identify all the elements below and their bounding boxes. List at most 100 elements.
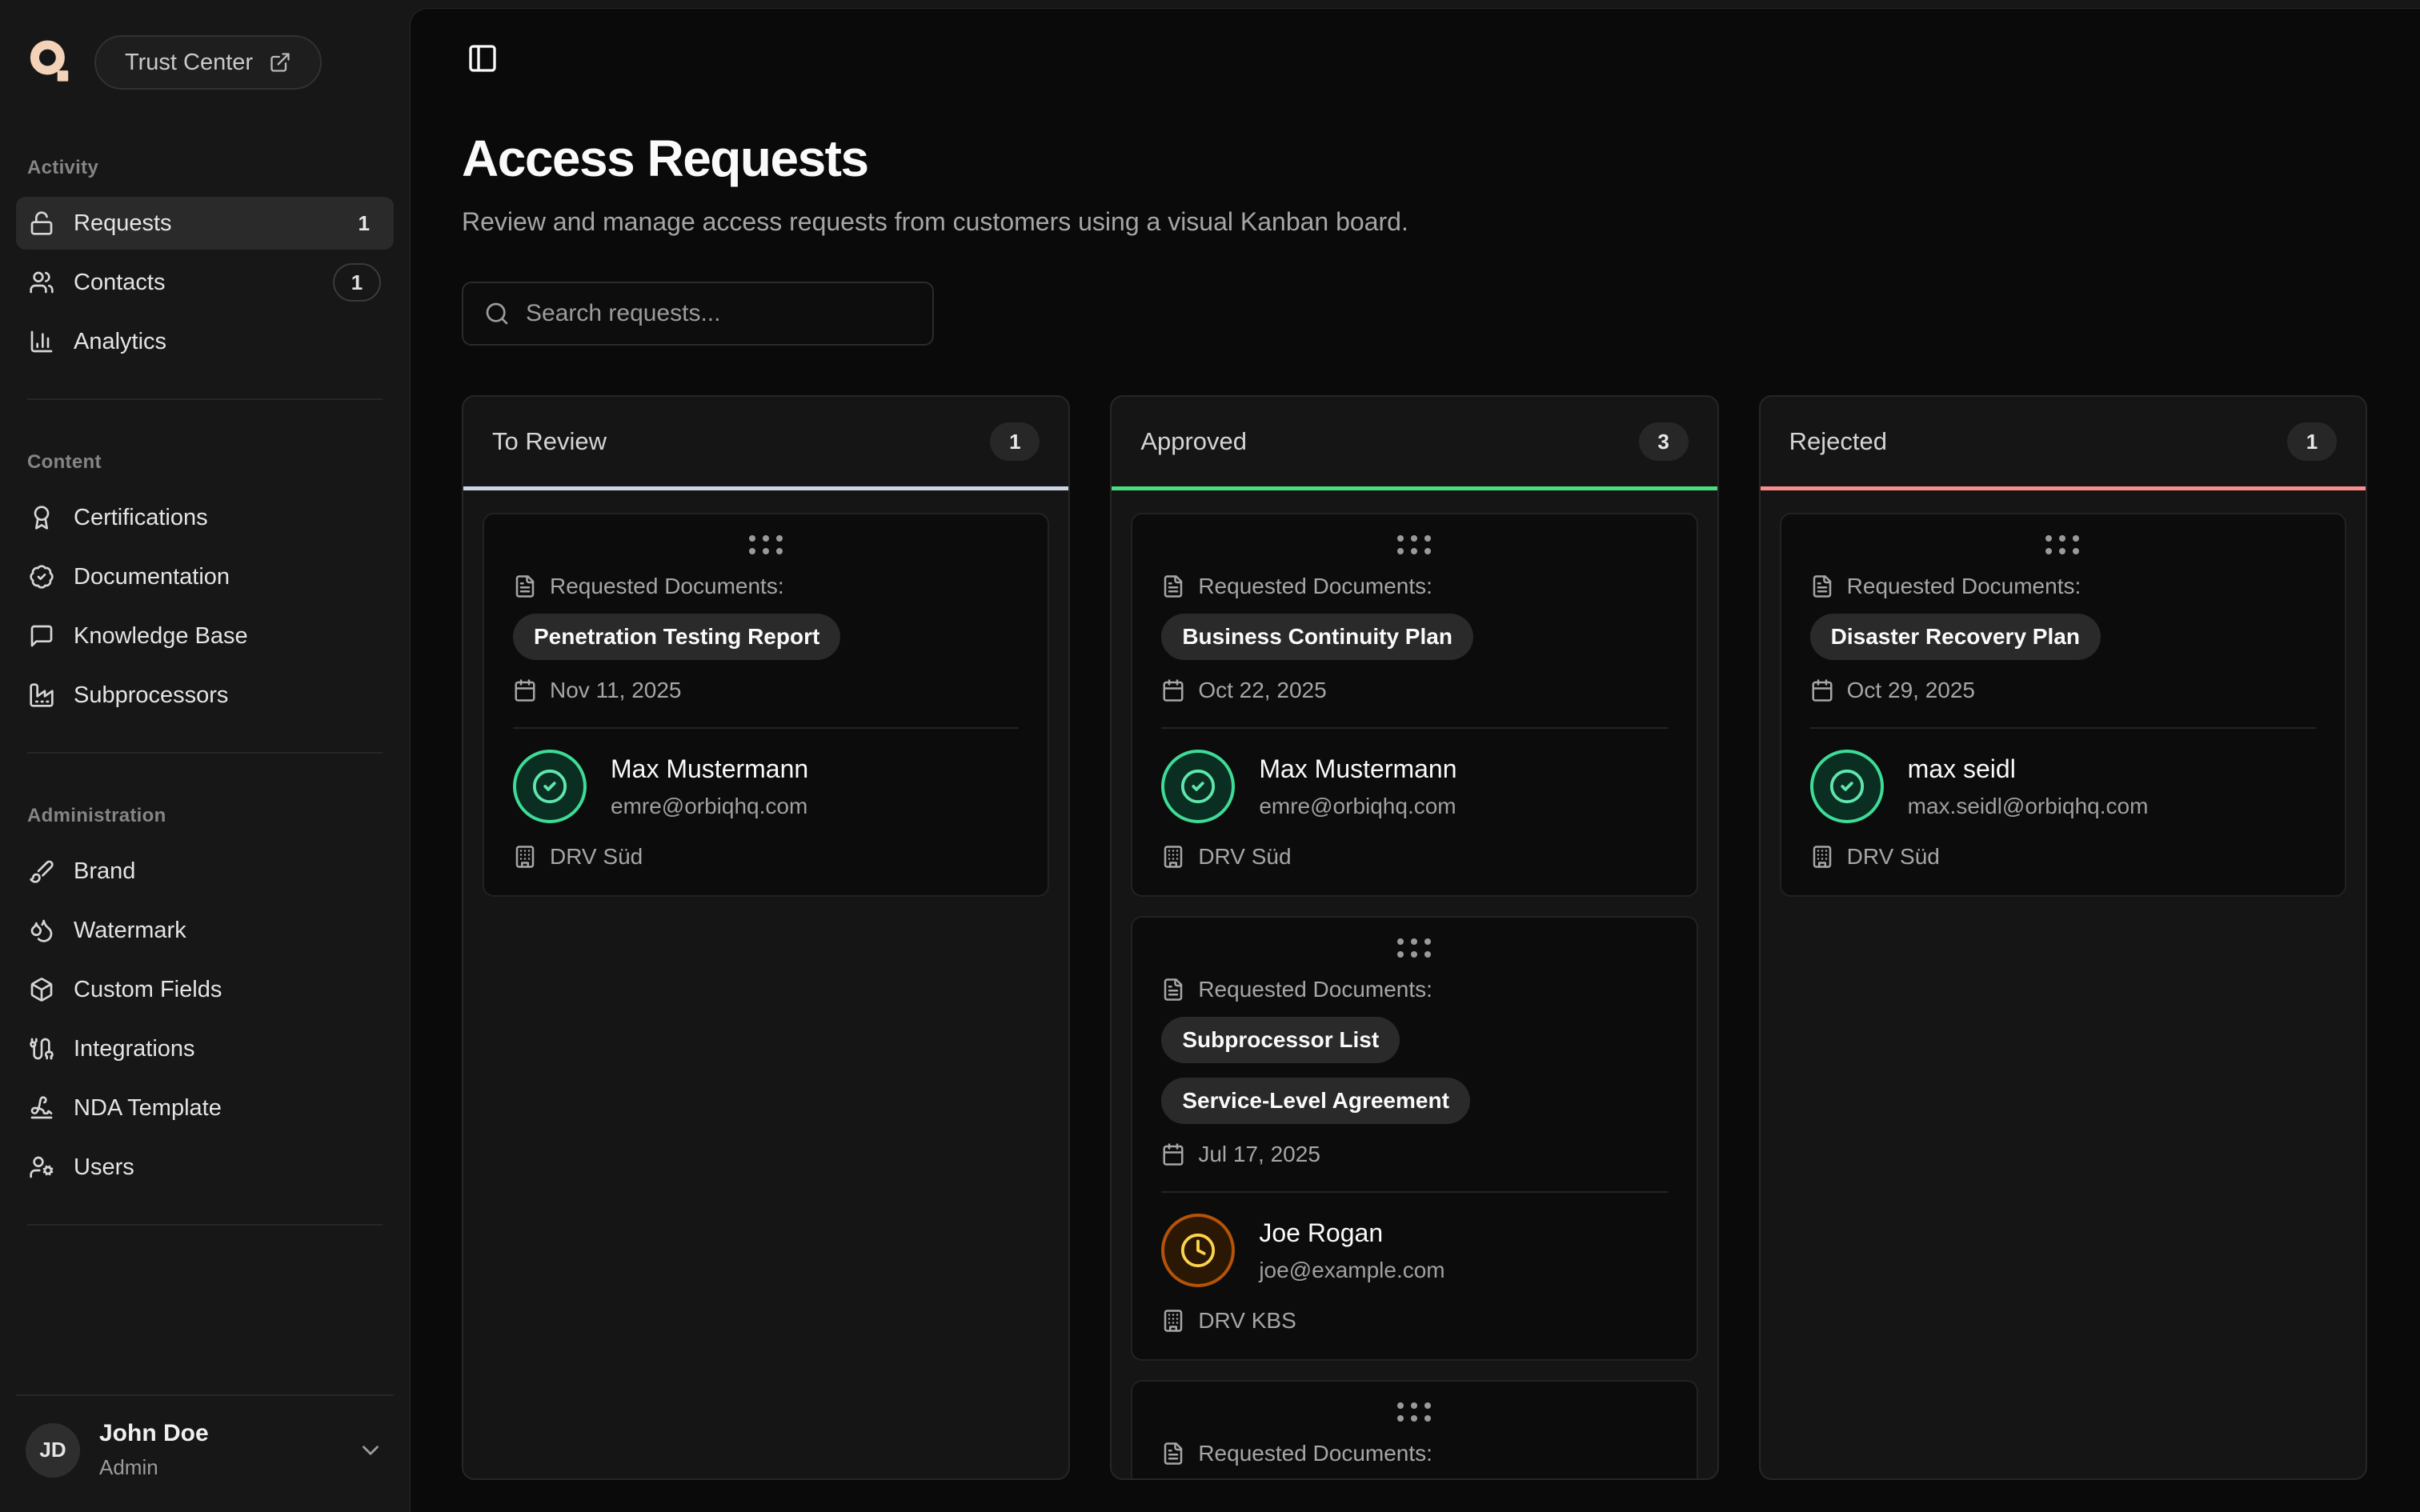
request-card[interactable]: Requested Documents: IT Contingency Plan… [1131,1380,1697,1478]
sidebar: Trust Center Activity Requests 1 Contact… [0,0,410,1512]
sidebar-item-label: Users [74,1154,134,1181]
paintbrush-icon [29,858,54,884]
trust-center-label: Trust Center [125,50,253,76]
contacts-count-badge: 1 [333,263,381,302]
sidebar-item-subprocessors[interactable]: Subprocessors [16,669,394,722]
sidebar-item-contacts[interactable]: Contacts 1 [16,256,394,309]
requested-documents-row: Requested Documents: [1161,977,1667,1002]
requested-documents-row: Requested Documents: [1810,574,2316,599]
sidebar-item-label: Knowledge Base [74,623,248,650]
sidebar-item-label: Analytics [74,329,166,355]
sidebar-item-certifications[interactable]: Certifications [16,491,394,544]
column-body: Requested Documents: Business Continuity… [1112,490,1717,1478]
user-name: John Doe [99,1420,209,1447]
request-date: Jul 17, 2025 [1198,1142,1320,1167]
drag-handle[interactable] [749,535,783,554]
sidebar-toggle-button[interactable] [462,38,503,79]
column-count-badge: 1 [2287,422,2337,461]
card-divider [1810,727,2316,729]
sidebar-item-analytics[interactable]: Analytics [16,315,394,368]
requester-email: emre@orbiqhq.com [611,794,808,819]
company-row: DRV Süd [1161,844,1667,870]
request-card[interactable]: Requested Documents: Business Continuity… [1131,513,1697,897]
requested-documents-label: Requested Documents: [550,574,784,599]
user-menu[interactable]: JD John Doe Admin [16,1394,394,1512]
building-icon [1810,845,1834,869]
requester-name: Max Mustermann [1259,754,1456,784]
date-row: Nov 11, 2025 [513,678,1019,703]
requester-email: max.seidl@orbiqhq.com [1908,794,2149,819]
requester-name: Joe Rogan [1259,1218,1444,1248]
document-chips: Business Continuity Plan [1161,614,1667,660]
file-text-icon [1810,574,1834,598]
section-label-administration: Administration [27,805,383,827]
kanban-board: To Review 1 Requested Documents: Penetra… [462,395,2367,1480]
drag-handle[interactable] [1397,938,1432,958]
chevron-down-icon [357,1437,384,1464]
sidebar-item-documentation[interactable]: Documentation [16,550,394,603]
award-icon [29,505,54,530]
request-date: Oct 29, 2025 [1847,678,1975,703]
bar-chart-icon [29,329,54,354]
sidebar-item-integrations[interactable]: Integrations [16,1022,394,1075]
requester-name: Max Mustermann [611,754,808,784]
date-row: Oct 22, 2025 [1161,678,1667,703]
sidebar-item-watermark[interactable]: Watermark [16,904,394,957]
avatar: JD [26,1423,80,1478]
status-avatar-approved [1161,750,1235,823]
requester-company: DRV Süd [1198,844,1291,870]
circle-check-icon [1180,768,1216,805]
calendar-icon [1161,1142,1185,1166]
request-card[interactable]: Requested Documents: Subprocessor List S… [1131,916,1697,1361]
column-to-review: To Review 1 Requested Documents: Penetra… [462,395,1070,1480]
user-cog-icon [29,1154,54,1180]
document-chips: Penetration Testing Report [513,614,1019,660]
requested-documents-label: Requested Documents: [1198,977,1432,1002]
sidebar-item-requests[interactable]: Requests 1 [16,197,394,250]
requested-documents-label: Requested Documents: [1198,1441,1432,1466]
card-divider [1161,727,1667,729]
cable-icon [29,1036,54,1062]
requested-documents-label: Requested Documents: [1847,574,2081,599]
requested-documents-row: Requested Documents: [513,574,1019,599]
drag-handle[interactable] [2045,535,2080,554]
sidebar-item-users[interactable]: Users [16,1141,394,1194]
calendar-icon [1161,678,1185,702]
drag-handle[interactable] [1397,1402,1432,1422]
page-title: Access Requests [462,129,2367,188]
sidebar-item-label: Requests [74,210,172,237]
search-input[interactable] [526,300,912,327]
panel-left-icon [467,42,499,74]
message-square-icon [29,623,54,649]
sidebar-item-label: Certifications [74,505,208,531]
external-link-icon [269,51,291,74]
request-card[interactable]: Requested Documents: Penetration Testing… [483,513,1049,897]
sidebar-item-custom-fields[interactable]: Custom Fields [16,963,394,1016]
file-text-icon [1161,1442,1185,1466]
column-title: Rejected [1789,427,1887,456]
users-icon [29,270,54,295]
circle-check-icon [531,768,568,805]
request-card[interactable]: Requested Documents: Disaster Recovery P… [1780,513,2346,897]
column-title: To Review [492,427,607,456]
drag-handle[interactable] [1397,535,1432,554]
sidebar-divider [27,398,383,400]
requester: Max Mustermann emre@orbiqhq.com [1161,750,1667,823]
status-avatar-approved [1810,750,1884,823]
sidebar-item-knowledge-base[interactable]: Knowledge Base [16,610,394,662]
sidebar-item-nda-template[interactable]: NDA Template [16,1082,394,1134]
sidebar-item-brand[interactable]: Brand [16,845,394,898]
column-body: Requested Documents: Penetration Testing… [463,490,1068,1478]
sidebar-item-label: Brand [74,858,135,885]
search-box[interactable] [462,282,934,346]
column-count-badge: 3 [1639,422,1689,461]
file-text-icon [513,574,537,598]
circle-check-icon [1829,768,1865,805]
document-chip: Business Continuity Plan [1161,614,1473,660]
page-subtitle: Review and manage access requests from c… [462,207,2367,237]
badge-check-icon [29,564,54,590]
column-header: Approved 3 [1112,397,1717,490]
trust-center-button[interactable]: Trust Center [94,35,322,90]
file-text-icon [1161,574,1185,598]
company-row: DRV Süd [1810,844,2316,870]
